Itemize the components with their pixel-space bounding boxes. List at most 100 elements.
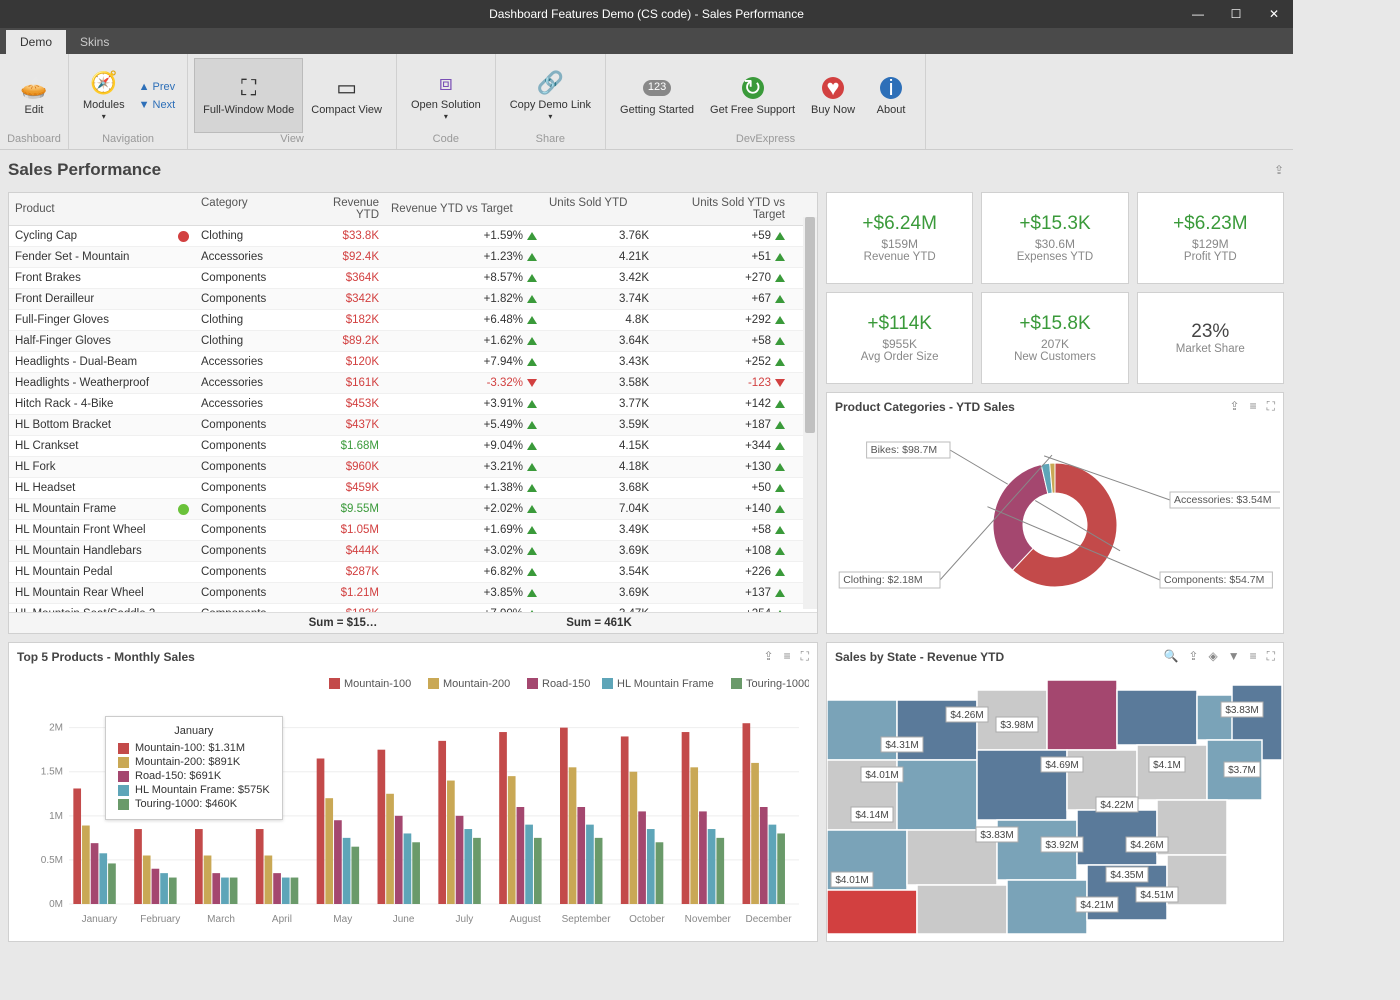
table-row[interactable]: HL ForkComponents$960K+3.21%4.18K+130 [9,457,817,478]
svg-text:February: February [140,914,180,925]
kpi-card[interactable]: +$114K$955KAvg Order Size [826,292,973,384]
export-icon[interactable]: ⇪ [1274,163,1284,177]
donut-title: Product Categories - YTD Sales [835,400,1015,414]
svg-text:Clothing: $2.18M: Clothing: $2.18M [843,574,922,586]
svg-text:$3.83M: $3.83M [980,830,1013,841]
drill-icon[interactable]: ≡ [784,649,791,664]
close-button[interactable]: ✕ [1255,0,1293,28]
table-row[interactable]: Headlights - Dual-BeamAccessories$120K+7… [9,352,817,373]
svg-text:Mountain-100: Mountain-100 [344,678,411,690]
table-row[interactable]: HL Mountain Seat/Saddle 2Components$183K… [9,604,817,612]
search-icon[interactable]: 🔍 [1163,649,1178,664]
table-row[interactable]: HL Bottom BracketComponents$437K+5.49%3.… [9,415,817,436]
kpi-card[interactable]: +$6.24M$159MRevenue YTD [826,192,973,284]
table-row[interactable]: HL Mountain Front WheelComponents$1.05M+… [9,520,817,541]
table-row[interactable]: HL Mountain PedalComponents$287K+6.82%3.… [9,562,817,583]
getting-started-button[interactable]: 123Getting Started [612,58,702,133]
dashboard-title: Sales Performance [8,160,161,180]
sales-map: Sales by State - Revenue YTD 🔍⇪◈▼≡⛶ $4.2… [826,642,1284,942]
tab-skins[interactable]: Skins [66,30,123,54]
next-button[interactable]: ▼ Next [139,96,176,114]
title-bar: Dashboard Features Demo (CS code) - Sale… [0,0,1293,28]
kpi-card[interactable]: +$15.8K207KNew Customers [981,292,1128,384]
ribbon-tabstrip: Demo Skins [0,28,1293,54]
compact-view-button[interactable]: ▭Compact View [303,58,390,133]
window-title: Dashboard Features Demo (CS code) - Sale… [489,7,804,21]
drill-icon[interactable]: ≡ [1250,399,1257,414]
maximize-icon[interactable]: ⛶ [1267,649,1275,664]
kpi-card[interactable]: +$6.23M$129MProfit YTD [1137,192,1284,284]
donut-svg[interactable]: Bikes: $98.7MComponents: $54.7MAccessori… [830,420,1280,620]
copy-demo-link-button[interactable]: 🔗Copy Demo Link▾ [502,58,599,133]
grid-header: Product Category Revenue YTD Revenue YTD… [9,193,817,226]
svg-text:July: July [456,914,474,925]
table-row[interactable]: Cycling CapClothing$33.8K+1.59%3.76K+59 [9,226,817,247]
tab-demo[interactable]: Demo [6,30,66,54]
svg-text:$4.31M: $4.31M [885,740,918,751]
sales-grid: Product Category Revenue YTD Revenue YTD… [8,192,818,634]
svg-text:0.5M: 0.5M [41,855,63,866]
table-row[interactable]: Half-Finger GlovesClothing$89.2K+1.62%3.… [9,331,817,352]
table-row[interactable]: HL Mountain FrameComponents$9.55M+2.02%7… [9,499,817,520]
table-row[interactable]: HL Mountain HandlebarsComponents$444K+3.… [9,541,817,562]
svg-text:HL Mountain Frame: HL Mountain Frame [617,678,714,690]
svg-text:$3.83M: $3.83M [1225,705,1258,716]
table-row[interactable]: Headlights - WeatherproofAccessories$161… [9,373,817,394]
about-button[interactable]: iAbout [863,58,919,133]
table-row[interactable]: Front BrakesComponents$364K+8.57%3.42K+2… [9,268,817,289]
svg-text:Mountain-200: Mountain-200 [443,678,510,690]
edit-button[interactable]: 🥧Edit [6,58,62,133]
svg-text:$4.22M: $4.22M [1100,800,1133,811]
table-row[interactable]: Front DerailleurComponents$342K+1.82%3.7… [9,289,817,310]
ribbon: 🥧Edit Dashboard 🧭Modules▾ ▲ Prev ▼ Next … [0,54,1293,150]
maximize-icon[interactable]: ⛶ [801,649,809,664]
export-icon[interactable]: ⇪ [764,649,774,664]
svg-text:January: January [82,914,118,925]
table-row[interactable]: Full-Finger GlovesClothing$182K+6.48%4.8… [9,310,817,331]
table-row[interactable]: HL CranksetComponents$1.68M+9.04%4.15K+3… [9,436,817,457]
table-row[interactable]: HL Mountain Rear WheelComponents$1.21M+3… [9,583,817,604]
svg-text:$4.01M: $4.01M [865,770,898,781]
svg-text:$4.21M: $4.21M [1080,900,1113,911]
full-window-mode-button[interactable]: ⛶Full-Window Mode [194,58,303,133]
table-row[interactable]: Fender Set - MountainAccessories$92.4K+1… [9,247,817,268]
svg-text:December: December [746,914,793,925]
svg-text:$4.01M: $4.01M [835,875,868,886]
bar-chart-title: Top 5 Products - Monthly Sales [17,650,195,664]
open-solution-button[interactable]: ⧈Open Solution▾ [403,58,489,133]
minimize-button[interactable]: — [1179,0,1217,28]
svg-text:1.5M: 1.5M [41,767,63,778]
grid-sum-revenue: Sum = $15… [301,613,385,633]
get-free-support-button[interactable]: ↻Get Free Support [702,58,803,133]
top5-bar-chart: Top 5 Products - Monthly Sales ⇪ ≡ ⛶ Mount… [8,642,818,942]
grid-scrollbar[interactable] [803,217,817,609]
svg-text:$4.51M: $4.51M [1140,890,1173,901]
drill-icon[interactable]: ≡ [1250,649,1257,664]
modules-button[interactable]: 🧭Modules▾ [75,58,133,133]
export-icon[interactable]: ⇪ [1188,649,1198,664]
svg-text:Touring-1000: Touring-1000 [746,678,809,690]
svg-text:Accessories: $3.54M: Accessories: $3.54M [1174,494,1271,506]
table-row[interactable]: Hitch Rack - 4-BikeAccessories$453K+3.91… [9,394,817,415]
svg-text:$4.69M: $4.69M [1045,760,1078,771]
maximize-icon[interactable]: ⛶ [1267,399,1275,414]
kpi-card[interactable]: +$15.3K$30.6MExpenses YTD [981,192,1128,284]
grid-sum-units: Sum = 461K [543,613,655,633]
layers-icon[interactable]: ◈ [1208,649,1217,664]
filter-icon[interactable]: ▼ [1228,649,1240,664]
svg-text:$4.26M: $4.26M [1130,840,1163,851]
maximize-button[interactable]: ☐ [1217,0,1255,28]
svg-text:$4.14M: $4.14M [855,810,888,821]
prev-button[interactable]: ▲ Prev [139,78,176,96]
kpi-card[interactable]: 23%Market Share [1137,292,1284,384]
svg-text:August: August [510,914,541,925]
svg-text:$4.35M: $4.35M [1110,870,1143,881]
svg-text:March: March [207,914,235,925]
export-icon[interactable]: ⇪ [1230,399,1240,414]
map-svg[interactable]: $4.26M$4.31M$3.98M$4.69M$4.1M$3.7M$3.83M… [827,670,1283,934]
buy-now-button[interactable]: ♥Buy Now [803,58,863,133]
svg-text:0M: 0M [49,899,63,910]
svg-text:Bikes: $98.7M: Bikes: $98.7M [871,444,938,456]
table-row[interactable]: HL HeadsetComponents$459K+1.38%3.68K+50 [9,478,817,499]
svg-text:April: April [272,914,292,925]
